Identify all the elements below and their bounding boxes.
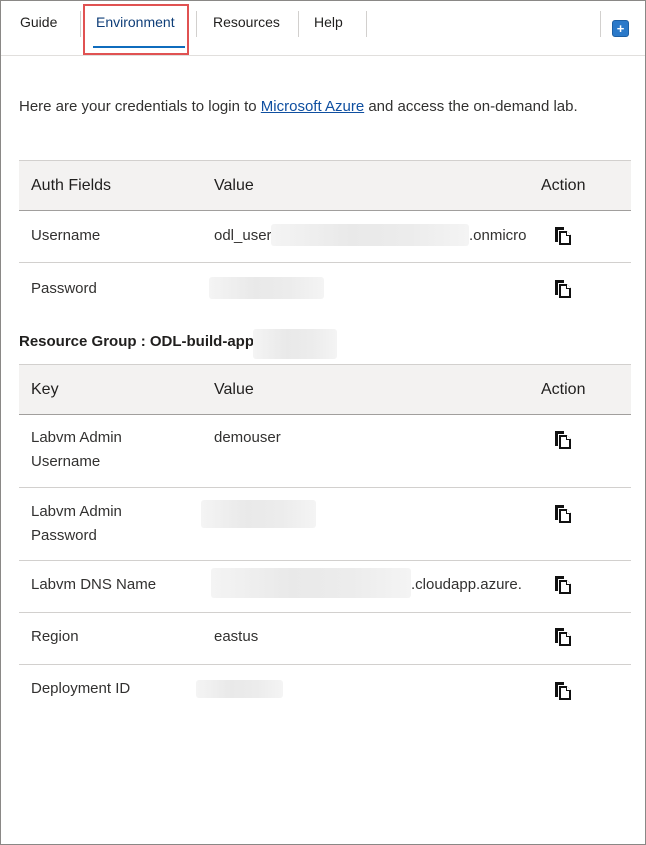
redacted-value (253, 329, 337, 359)
tab-guide[interactable]: Guide (20, 1, 57, 45)
copy-icon[interactable] (553, 504, 573, 524)
tab-divider (366, 11, 367, 37)
microsoft-azure-link[interactable]: Microsoft Azure (261, 98, 364, 115)
table-row: Labvm Admin Password (19, 488, 631, 561)
table-row: Password (19, 263, 631, 315)
redacted-value (209, 277, 324, 299)
credentials-intro: Here are your credentials to login to Mi… (19, 98, 629, 115)
resource-group-title: Resource Group : ODL-build-apps (19, 333, 263, 350)
intro-text: Here are your credentials to login to (19, 98, 261, 115)
tab-divider (298, 11, 299, 37)
copy-icon[interactable] (553, 279, 573, 299)
admin-username-value: demouser (214, 429, 281, 446)
key-header: Key (31, 381, 59, 398)
password-label: Password (31, 280, 97, 297)
tab-divider (600, 11, 601, 37)
action-header: Action (541, 177, 586, 194)
region-value: eastus (214, 628, 259, 645)
value-header: Value (214, 177, 254, 194)
copy-icon[interactable] (553, 681, 573, 701)
key-label: Labvm DNS Name (31, 576, 157, 593)
tab-help[interactable]: Help (314, 1, 343, 45)
table-row: Region eastus (19, 613, 631, 665)
intro-text-end: and access the on-demand lab. (364, 98, 578, 115)
tab-highlight-box (83, 4, 189, 55)
key-line: Password (31, 527, 97, 544)
copy-icon[interactable] (553, 627, 573, 647)
key-label: Labvm Admin Username (31, 426, 122, 474)
table-row: Deployment ID (19, 665, 631, 716)
table-row: Username odl_user .onmicro (19, 210, 631, 263)
redacted-value (196, 680, 283, 698)
copy-icon[interactable] (553, 430, 573, 450)
key-label: Labvm Admin Password (31, 500, 122, 548)
tab-bar: Guide Environment Resources Help + (1, 1, 645, 56)
redacted-value (271, 224, 469, 246)
key-line: Labvm Admin (31, 429, 122, 446)
redacted-value (211, 568, 411, 598)
tab-resources[interactable]: Resources (213, 1, 280, 45)
username-value-prefix: odl_user (214, 227, 272, 244)
username-value-suffix: .onmicro (469, 227, 527, 244)
key-label: Deployment ID (31, 680, 131, 697)
redacted-value (201, 500, 316, 528)
resource-table-header: Key Value Action (19, 364, 631, 415)
tab-divider (196, 11, 197, 37)
key-line: Username (31, 453, 101, 470)
copy-icon[interactable] (553, 575, 573, 595)
copy-icon[interactable] (553, 226, 573, 246)
value-header: Value (214, 381, 254, 398)
action-header: Action (541, 381, 586, 398)
dns-value-suffix: .cloudapp.azure. (411, 576, 522, 593)
table-row: Labvm Admin Username demouser (19, 414, 631, 488)
username-label: Username (31, 227, 101, 244)
table-row: Labvm DNS Name .cloudapp.azure. (19, 561, 631, 613)
auth-table-header: Auth Fields Value Action (19, 160, 631, 211)
key-label: Region (31, 628, 79, 645)
key-line: Labvm Admin (31, 503, 122, 520)
expand-icon[interactable]: + (612, 18, 630, 37)
auth-fields-header: Auth Fields (31, 177, 112, 194)
tab-divider (80, 11, 81, 37)
environment-panel: Guide Environment Resources Help + Here … (0, 0, 646, 845)
